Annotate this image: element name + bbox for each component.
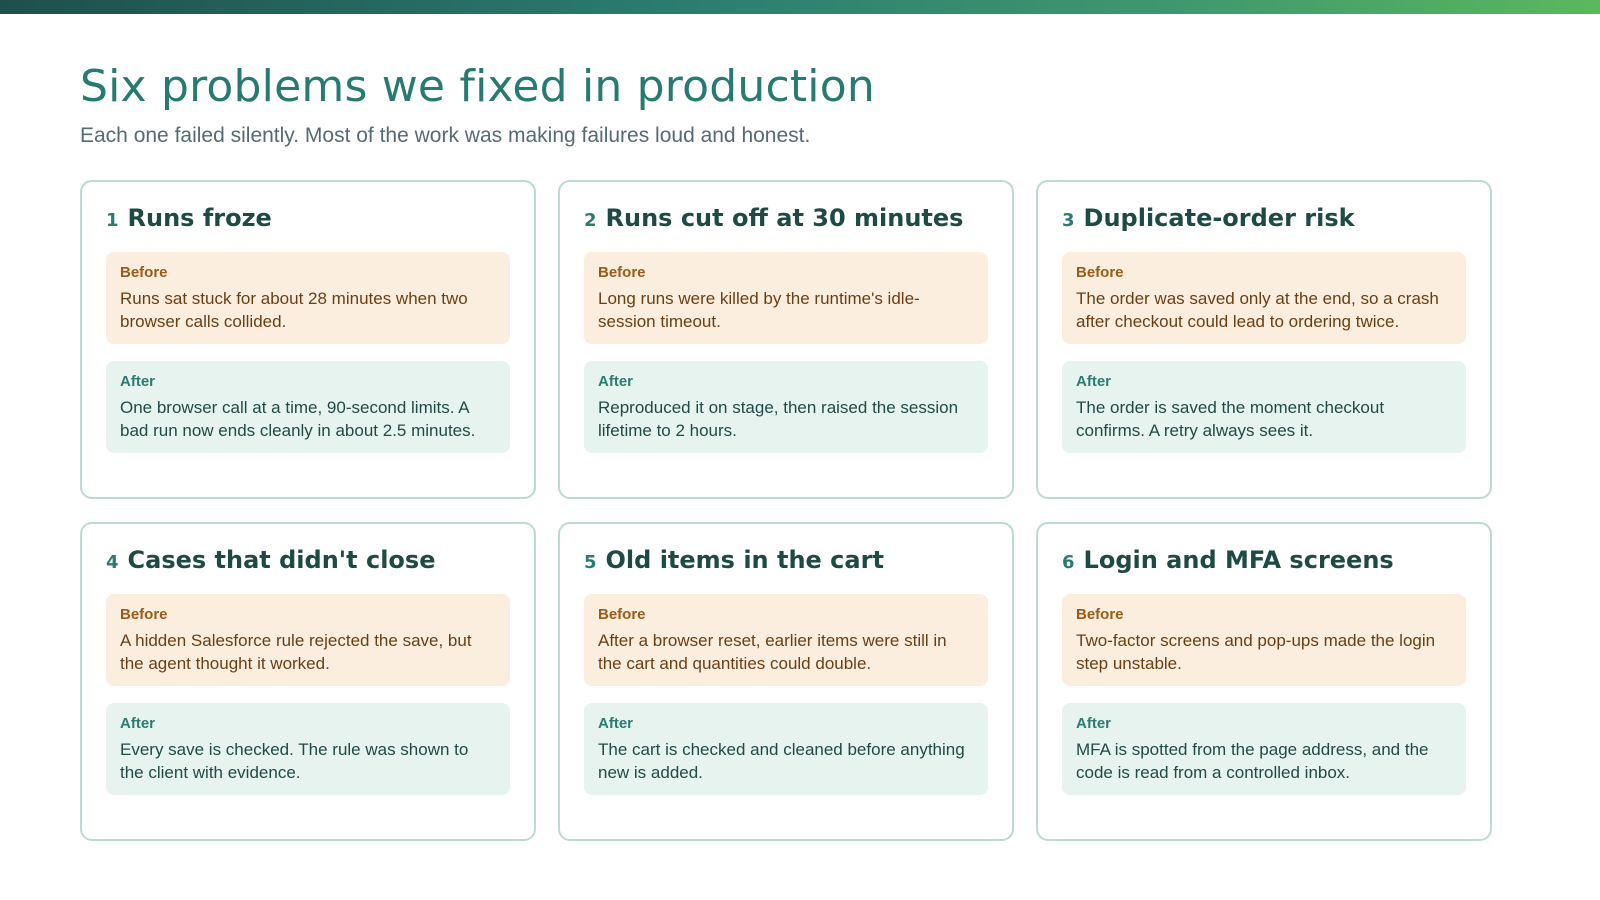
before-box: Before After a browser reset, earlier it… bbox=[584, 594, 988, 686]
card-number: 4 bbox=[106, 552, 119, 573]
card-header: 6 Login and MFA screens bbox=[1062, 546, 1466, 590]
card-title: Runs cut off at 30 minutes bbox=[605, 204, 964, 232]
card-title: Login and MFA screens bbox=[1083, 546, 1394, 574]
after-label: After bbox=[598, 373, 634, 390]
before-label: Before bbox=[598, 264, 646, 281]
card-title: Runs froze bbox=[127, 204, 272, 232]
card-header: 5 Old items in the cart bbox=[584, 546, 988, 590]
after-text: The order is saved the moment checkout c… bbox=[1076, 398, 1385, 440]
before-text: The order was saved only at the end, so … bbox=[1076, 289, 1439, 331]
before-label: Before bbox=[120, 264, 168, 281]
problem-card: 5 Old items in the cart Before After a b… bbox=[558, 522, 1014, 841]
after-text: MFA is spotted from the page address, an… bbox=[1076, 740, 1429, 782]
problem-card: 1 Runs froze Before Runs sat stuck for a… bbox=[80, 180, 536, 499]
before-text: Runs sat stuck for about 28 minutes when… bbox=[120, 289, 468, 331]
problem-card-grid: 1 Runs froze Before Runs sat stuck for a… bbox=[80, 180, 1520, 841]
after-box: After One browser call at a time, 90-sec… bbox=[106, 361, 510, 453]
card-title: Cases that didn't close bbox=[127, 546, 436, 574]
card-header: 4 Cases that didn't close bbox=[106, 546, 510, 590]
card-number: 1 bbox=[106, 210, 119, 231]
before-box: Before A hidden Salesforce rule rejected… bbox=[106, 594, 510, 686]
after-label: After bbox=[120, 373, 156, 390]
card-header: 2 Runs cut off at 30 minutes bbox=[584, 204, 988, 248]
after-box: After The cart is checked and cleaned be… bbox=[584, 703, 988, 795]
page-header: Six problems we fixed in production Each… bbox=[80, 60, 875, 148]
card-number: 5 bbox=[584, 552, 597, 573]
card-number: 6 bbox=[1062, 552, 1075, 573]
before-box: Before The order was saved only at the e… bbox=[1062, 252, 1466, 344]
card-header: 3 Duplicate-order risk bbox=[1062, 204, 1466, 248]
after-text: Every save is checked. The rule was show… bbox=[120, 740, 469, 782]
problem-card: 6 Login and MFA screens Before Two-facto… bbox=[1036, 522, 1492, 841]
card-title: Old items in the cart bbox=[605, 546, 884, 574]
card-title: Duplicate-order risk bbox=[1083, 204, 1355, 232]
after-label: After bbox=[120, 715, 156, 732]
before-text: Long runs were killed by the runtime's i… bbox=[598, 289, 920, 331]
problem-card: 2 Runs cut off at 30 minutes Before Long… bbox=[558, 180, 1014, 499]
after-box: After Reproduced it on stage, then raise… bbox=[584, 361, 988, 453]
after-box: After The order is saved the moment chec… bbox=[1062, 361, 1466, 453]
before-label: Before bbox=[1076, 606, 1124, 623]
top-accent-bar bbox=[0, 0, 1600, 14]
problem-card: 3 Duplicate-order risk Before The order … bbox=[1036, 180, 1492, 499]
card-header: 1 Runs froze bbox=[106, 204, 510, 248]
after-text: One browser call at a time, 90-second li… bbox=[120, 398, 476, 440]
page-title: Six problems we fixed in production bbox=[80, 61, 875, 112]
before-text: Two-factor screens and pop-ups made the … bbox=[1076, 631, 1436, 673]
before-box: Before Two-factor screens and pop-ups ma… bbox=[1062, 594, 1466, 686]
after-label: After bbox=[1076, 715, 1112, 732]
page-subtitle: Each one failed silently. Most of the wo… bbox=[80, 124, 811, 147]
after-label: After bbox=[1076, 373, 1112, 390]
after-box: After Every save is checked. The rule wa… bbox=[106, 703, 510, 795]
after-box: After MFA is spotted from the page addre… bbox=[1062, 703, 1466, 795]
after-label: After bbox=[598, 715, 634, 732]
before-label: Before bbox=[1076, 264, 1124, 281]
before-label: Before bbox=[120, 606, 168, 623]
before-label: Before bbox=[598, 606, 646, 623]
after-text: Reproduced it on stage, then raised the … bbox=[598, 398, 959, 440]
before-text: A hidden Salesforce rule rejected the sa… bbox=[120, 631, 472, 673]
before-box: Before Long runs were killed by the runt… bbox=[584, 252, 988, 344]
card-number: 3 bbox=[1062, 210, 1075, 231]
before-text: After a browser reset, earlier items wer… bbox=[598, 631, 947, 673]
before-box: Before Runs sat stuck for about 28 minut… bbox=[106, 252, 510, 344]
problem-card: 4 Cases that didn't close Before A hidde… bbox=[80, 522, 536, 841]
after-text: The cart is checked and cleaned before a… bbox=[598, 740, 965, 782]
card-number: 2 bbox=[584, 210, 597, 231]
